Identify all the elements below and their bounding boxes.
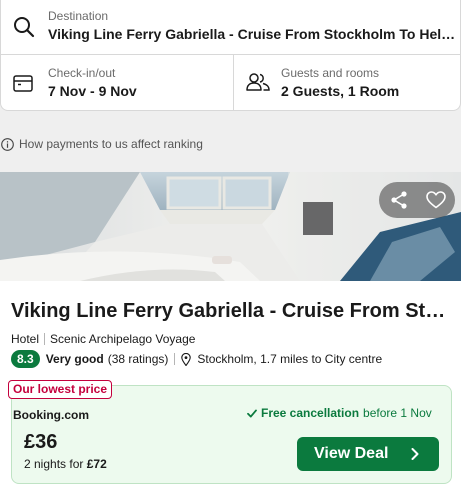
hotel-name[interactable]: Viking Line Ferry Gabriella - Cruise Fro… <box>11 300 451 323</box>
free-cancellation-label: Free cancellation <box>261 406 360 420</box>
destination-field[interactable]: Destination Viking Line Ferry Gabriella … <box>1 0 461 55</box>
free-cancellation: Free cancellation before 1 Nov <box>247 406 432 420</box>
dates-value: 7 Nov - 9 Nov <box>48 83 137 99</box>
lowest-price-tag: Our lowest price <box>8 380 113 399</box>
dates-label: Check-in/out <box>48 66 116 80</box>
guests-icon <box>246 73 270 91</box>
view-deal-button[interactable]: View Deal <box>297 437 439 471</box>
chevron-right-icon <box>411 448 419 460</box>
location-pin-icon <box>181 352 192 366</box>
search-icon <box>14 17 35 38</box>
heart-icon <box>426 191 446 209</box>
deal-provider: Booking.com <box>13 408 90 422</box>
check-icon <box>247 409 257 417</box>
hotel-type-row: Hotel Scenic Archipelago Voyage <box>11 332 195 346</box>
nights-total: 2 nights for £72 <box>24 457 107 471</box>
rating-word: Very good <box>45 352 104 366</box>
guests-label: Guests and rooms <box>281 66 380 80</box>
hotel-location: Stockholm, 1.7 miles to City centre <box>197 352 383 366</box>
cancellation-deadline: before 1 Nov <box>363 406 432 420</box>
ranking-info-text: How payments to us affect ranking <box>19 137 203 151</box>
guests-value: 2 Guests, 1 Room <box>281 83 400 99</box>
hotel-card[interactable]: Viking Line Ferry Gabriella - Cruise Fro… <box>0 172 461 492</box>
divider <box>174 353 176 365</box>
deal-price: £36 <box>24 431 58 453</box>
rating-badge: 8.3 <box>11 350 40 368</box>
hotel-tagline: Scenic Archipelago Voyage <box>50 332 196 346</box>
hotel-type: Hotel <box>11 332 40 346</box>
share-button[interactable] <box>379 182 419 218</box>
dates-field[interactable]: Check-in/out 7 Nov - 9 Nov <box>1 55 234 111</box>
rating-row: 8.3 Very good (38 ratings) Stockholm, 1.… <box>11 350 382 368</box>
search-panel: Destination Viking Line Ferry Gabriella … <box>0 0 461 111</box>
view-deal-label: View Deal <box>314 445 389 462</box>
destination-value: Viking Line Ferry Gabriella - Cruise Fro… <box>48 26 456 42</box>
ranking-info-link[interactable]: How payments to us affect ranking <box>0 136 203 152</box>
total-price: £72 <box>86 457 107 471</box>
nights-text: 2 nights for <box>24 457 84 471</box>
share-icon <box>391 191 407 209</box>
calendar-icon <box>13 75 33 92</box>
favorite-button[interactable] <box>417 182 455 218</box>
divider <box>44 333 46 345</box>
photo-actions <box>379 182 455 218</box>
rating-count: (38 ratings) <box>107 352 169 366</box>
destination-label: Destination <box>48 9 109 23</box>
info-icon <box>1 137 14 151</box>
guests-field[interactable]: Guests and rooms 2 Guests, 1 Room <box>234 55 461 111</box>
